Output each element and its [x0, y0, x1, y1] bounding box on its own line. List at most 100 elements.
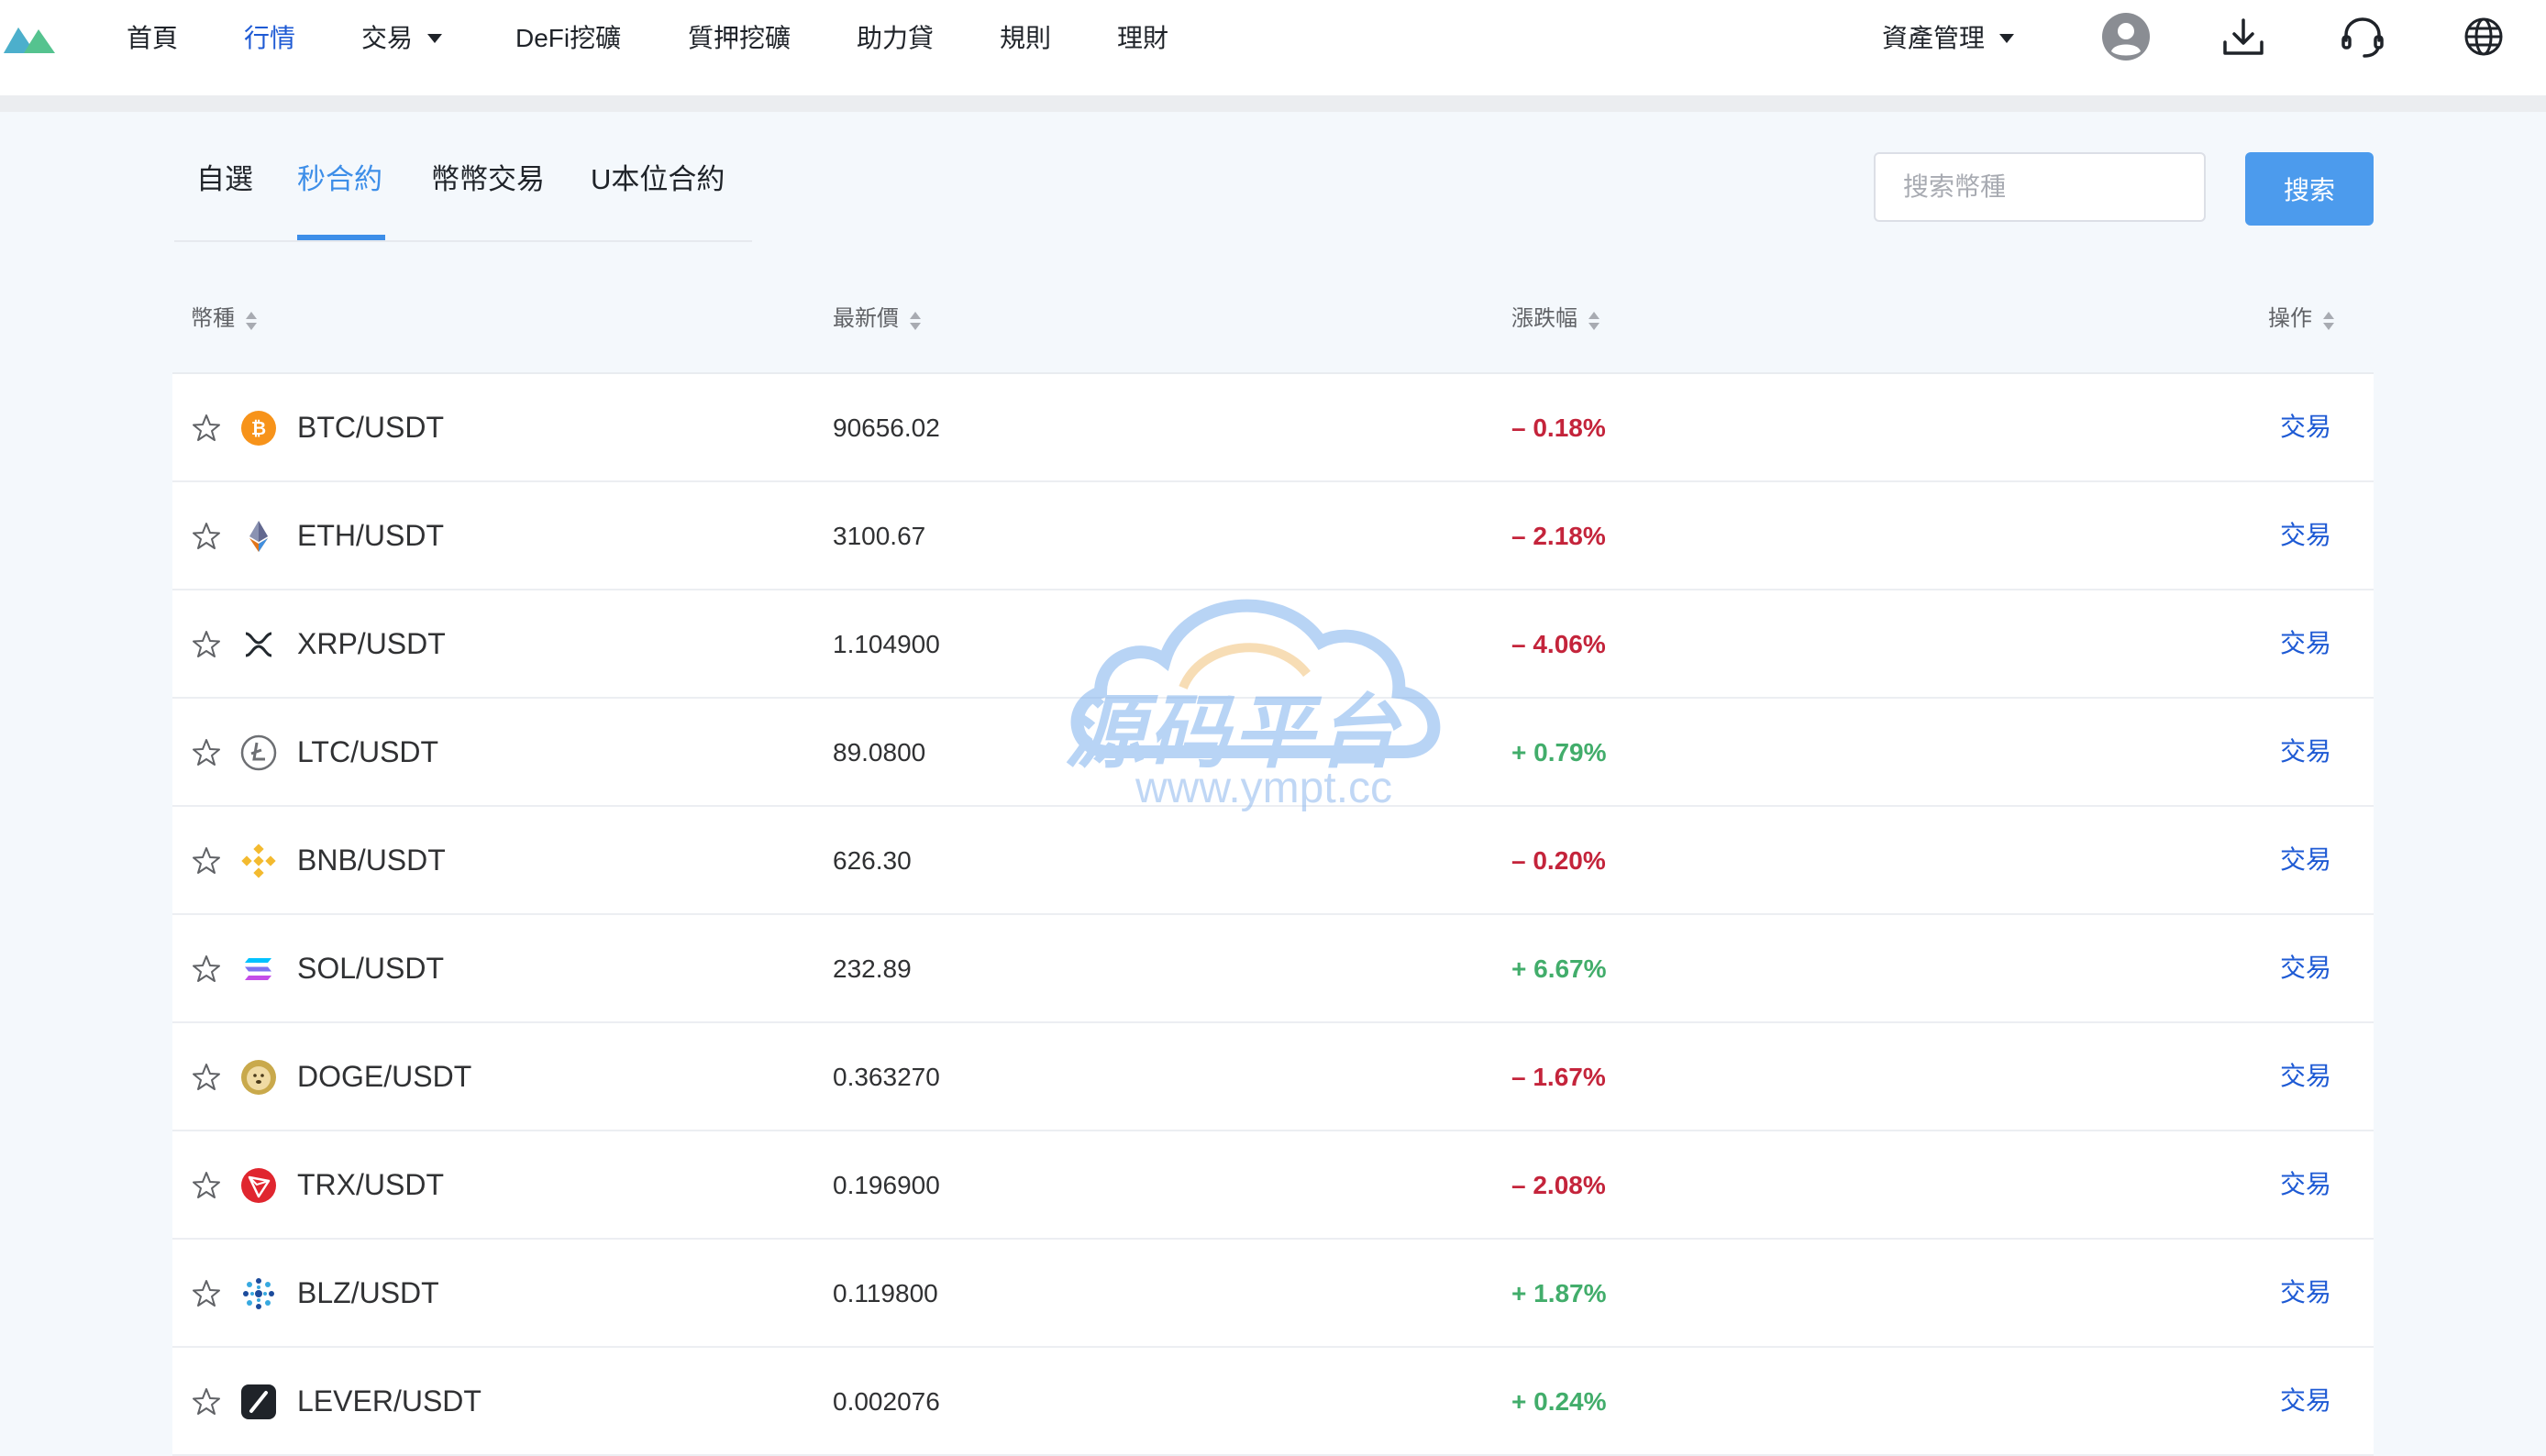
price-change: – 0.18%	[1511, 414, 1606, 442]
xrp-logo-icon	[245, 632, 272, 657]
column-header-change[interactable]: 漲跌幅	[1511, 301, 1601, 337]
brand-logo[interactable]	[2, 17, 57, 57]
pair-name: LEVER/USDT	[297, 1384, 482, 1417]
search-button[interactable]: 搜索	[2245, 152, 2374, 226]
dogecoin-logo-icon	[241, 1060, 276, 1095]
bluzelle-logo-icon	[243, 1278, 274, 1309]
column-header-action-label: 操作	[2268, 306, 2312, 331]
customer-service-icon[interactable]	[2335, 9, 2390, 64]
pair-name: TRX/USDT	[297, 1168, 444, 1201]
pair-name: ETH/USDT	[297, 519, 444, 552]
market-tabs: 自選 秒合約 幣幣交易 U本位合約	[174, 147, 752, 242]
table-row[interactable]: LTC/USDT 89.0800 + 0.79% 交易	[172, 699, 2374, 807]
lever-logo-icon	[241, 1384, 276, 1419]
nav-defi-mining[interactable]: DeFi挖礦	[515, 18, 621, 59]
price-change: – 2.18%	[1511, 522, 1606, 550]
user-avatar-icon[interactable]	[2098, 9, 2153, 64]
trade-link[interactable]: 交易	[2280, 1274, 2331, 1311]
top-navbar: 首頁 行情 交易 DeFi挖礦 質押挖礦 助力貸 規則 理財 資產管理	[0, 0, 2546, 95]
market-table: 幣種 最新價 漲跌幅 操作 ₿ BTC/USDT 90656.02 – 0.18…	[172, 268, 2374, 1456]
trade-link[interactable]: 交易	[2280, 1383, 2331, 1419]
asset-management-label: 資產管理	[1882, 24, 1986, 52]
pair-name: BLZ/USDT	[297, 1276, 439, 1309]
table-row[interactable]: BLZ/USDT 0.119800 + 1.87% 交易	[172, 1240, 2374, 1348]
column-header-action[interactable]: 操作	[2268, 301, 2336, 337]
active-tab-indicator	[297, 235, 385, 240]
table-body: ₿ BTC/USDT 90656.02 – 0.18% 交易 ETH/USDT …	[172, 374, 2374, 1456]
nav-rules[interactable]: 規則	[1000, 18, 1051, 59]
pair-name: LTC/USDT	[297, 735, 439, 768]
search-input[interactable]	[1874, 152, 2206, 222]
pair-name: BNB/USDT	[297, 844, 446, 877]
pair-name: DOGE/USDT	[297, 1060, 472, 1093]
star-icon[interactable]	[191, 1278, 222, 1309]
table-header: 幣種 最新價 漲跌幅 操作	[172, 268, 2374, 374]
nav-trade-label: 交易	[361, 24, 414, 52]
star-icon[interactable]	[191, 629, 222, 660]
asset-management-dropdown[interactable]: 資產管理	[1882, 18, 2015, 59]
nav-trade-dropdown[interactable]: 交易	[361, 18, 443, 59]
sort-icon	[1587, 307, 1601, 330]
nav-markets[interactable]: 行情	[244, 18, 295, 59]
nav-finance[interactable]: 理財	[1117, 18, 1168, 59]
svg-text:₿: ₿	[251, 417, 266, 439]
nav-loan[interactable]: 助力貸	[857, 18, 934, 59]
chevron-down-icon	[1999, 33, 2015, 43]
star-icon[interactable]	[191, 737, 222, 768]
star-icon[interactable]	[191, 1170, 222, 1201]
tab-second-contract[interactable]: 秒合約	[297, 152, 382, 207]
star-icon[interactable]	[191, 413, 222, 444]
trade-link[interactable]: 交易	[2280, 517, 2331, 554]
star-icon[interactable]	[191, 1062, 222, 1093]
last-price: 1.104900	[833, 630, 940, 658]
trade-link[interactable]: 交易	[2280, 950, 2331, 987]
star-icon[interactable]	[191, 521, 222, 552]
trade-link[interactable]: 交易	[2280, 1058, 2331, 1095]
pair-name: SOL/USDT	[297, 952, 445, 985]
trade-link[interactable]: 交易	[2280, 1166, 2331, 1203]
table-row[interactable]: ETH/USDT 3100.67 – 2.18% 交易	[172, 482, 2374, 590]
last-price: 232.89	[833, 954, 912, 983]
table-row[interactable]: XRP/USDT 1.104900 – 4.06% 交易	[172, 590, 2374, 699]
last-price: 89.0800	[833, 738, 926, 767]
trade-link[interactable]: 交易	[2280, 409, 2331, 446]
column-header-coin[interactable]: 幣種	[191, 301, 259, 337]
star-icon[interactable]	[191, 1386, 222, 1417]
last-price: 0.002076	[833, 1387, 940, 1416]
star-icon[interactable]	[191, 845, 222, 877]
solana-logo-icon	[245, 958, 271, 980]
pair-name: XRP/USDT	[297, 627, 446, 660]
trade-link[interactable]: 交易	[2280, 625, 2331, 662]
table-row[interactable]: BNB/USDT 626.30 – 0.20% 交易	[172, 807, 2374, 915]
price-change: – 0.20%	[1511, 846, 1606, 875]
globe-icon[interactable]	[2456, 9, 2511, 64]
table-row[interactable]: TRX/USDT 0.196900 – 2.08% 交易	[172, 1131, 2374, 1240]
tron-logo-icon	[241, 1168, 276, 1203]
nav-staking-mining[interactable]: 質押挖礦	[688, 18, 791, 59]
table-row[interactable]: SOL/USDT 232.89 + 6.67% 交易	[172, 915, 2374, 1023]
sort-icon	[908, 307, 923, 330]
price-change: + 0.79%	[1511, 738, 1607, 767]
chevron-down-icon	[427, 33, 443, 43]
last-price: 3100.67	[833, 522, 926, 550]
bitcoin-logo-icon: ₿	[241, 411, 276, 446]
star-icon[interactable]	[191, 954, 222, 985]
table-row[interactable]: DOGE/USDT 0.363270 – 1.67% 交易	[172, 1023, 2374, 1131]
nav-home[interactable]: 首頁	[127, 18, 178, 59]
column-header-price-label: 最新價	[833, 306, 899, 331]
tab-favorites[interactable]: 自選	[196, 152, 253, 207]
last-price: 90656.02	[833, 414, 940, 442]
column-header-price[interactable]: 最新價	[833, 301, 923, 337]
download-icon[interactable]	[2216, 9, 2271, 64]
trade-link[interactable]: 交易	[2280, 842, 2331, 878]
last-price: 0.196900	[833, 1171, 940, 1199]
price-change: + 6.67%	[1511, 954, 1607, 983]
price-change: – 2.08%	[1511, 1171, 1606, 1199]
table-row[interactable]: ₿ BTC/USDT 90656.02 – 0.18% 交易	[172, 374, 2374, 482]
price-change: – 4.06%	[1511, 630, 1606, 658]
price-change: + 1.87%	[1511, 1279, 1607, 1307]
table-row[interactable]: LEVER/USDT 0.002076 + 0.24% 交易	[172, 1348, 2374, 1456]
tab-usdt-futures[interactable]: U本位合約	[591, 152, 725, 207]
trade-link[interactable]: 交易	[2280, 734, 2331, 770]
tab-spot-trading[interactable]: 幣幣交易	[431, 152, 545, 207]
